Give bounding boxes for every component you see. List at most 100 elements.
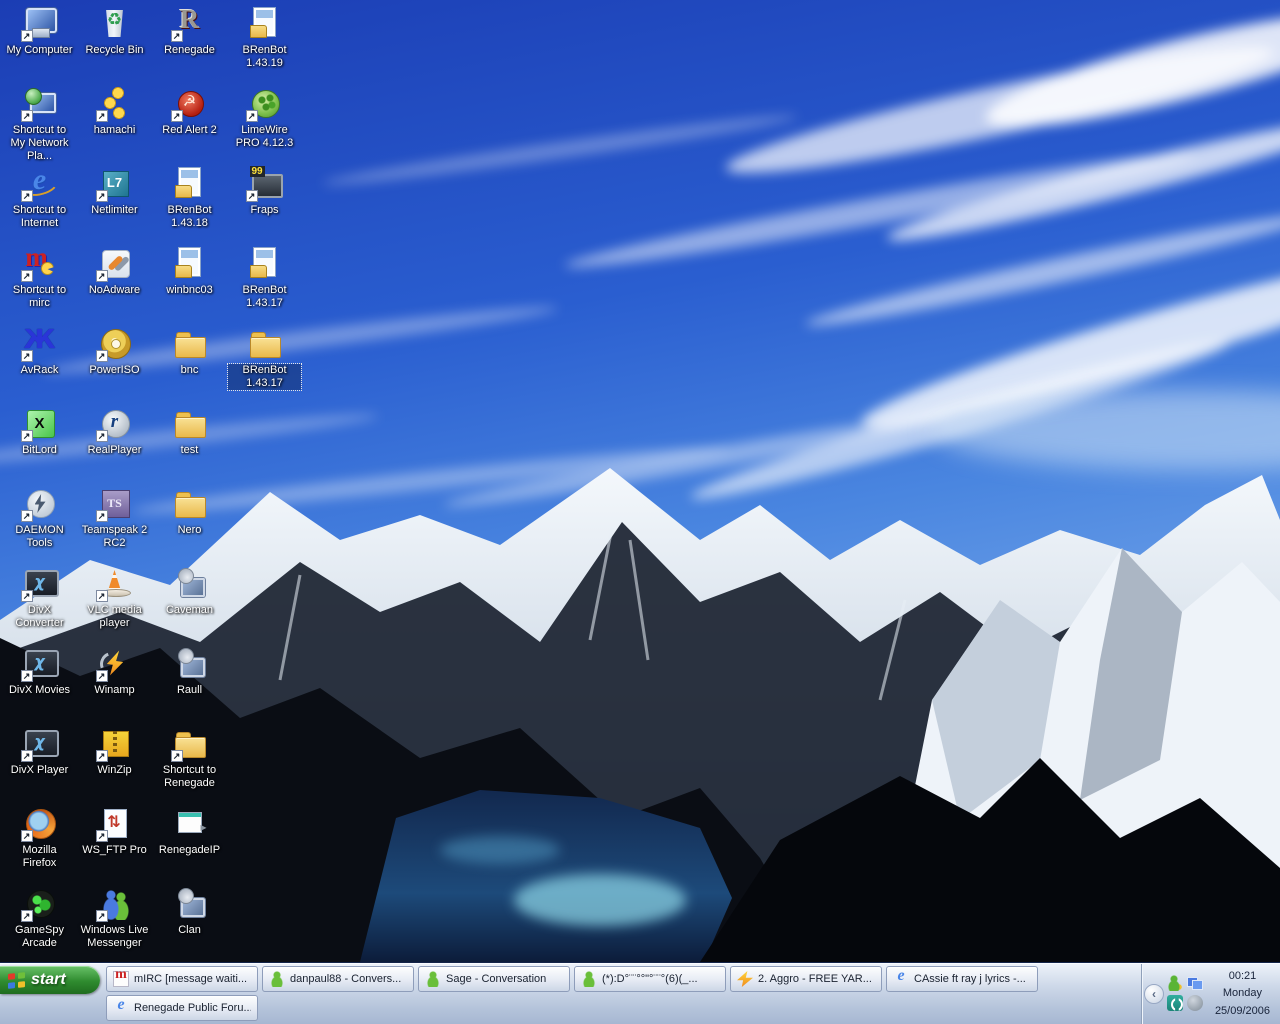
shortcut-arrow-icon [171, 750, 183, 762]
desktop-icon-shortcut-to-renegade[interactable]: Shortcut to Renegade [152, 724, 227, 804]
desktop-icon-ws-ftp-pro[interactable]: WS_FTP Pro [77, 804, 152, 884]
shortcut-arrow-icon [96, 350, 108, 362]
wallpaper: My ComputerShortcut to My Network Pla...… [0, 0, 1280, 962]
desktop-icon-caveman[interactable]: Caveman [152, 564, 227, 644]
tray-messenger-icon[interactable] [1167, 975, 1183, 991]
task-button-d-6[interactable]: (*):D°¨¨°°"°¨¨°(6)(_... [574, 966, 726, 992]
desktop-icon-my-computer[interactable]: My Computer [2, 4, 77, 84]
desktop-icon-nero[interactable]: Nero [152, 484, 227, 564]
wlm-icon [96, 884, 134, 922]
desktop-icon-divx-converter[interactable]: DivX Converter [2, 564, 77, 644]
daemon-icon [21, 484, 59, 522]
shortcut-arrow-icon [21, 670, 33, 682]
start-button[interactable]: start [0, 966, 100, 994]
shortcut-arrow-icon [246, 190, 258, 202]
file-glyph [173, 246, 207, 280]
desktop-icon-bitlord[interactable]: BitLord [2, 404, 77, 484]
desktop-icon-divx-player[interactable]: DivX Player [2, 724, 77, 804]
desktop-icon-label: hamachi [92, 124, 138, 137]
renegade-icon [171, 4, 209, 42]
task-button-label: 2. Aggro - FREE YAR... [758, 973, 872, 985]
shortcut-arrow-icon [21, 910, 33, 922]
clock-date: 25/09/2006 [1215, 1003, 1270, 1020]
desktop-icon-noadware[interactable]: NoAdware [77, 244, 152, 324]
desktop-icon-raull[interactable]: Raull [152, 644, 227, 724]
desktop-icon-gamespy-arcade[interactable]: GameSpy Arcade [2, 884, 77, 962]
desktop-icon-netlimiter[interactable]: Netlimiter [77, 164, 152, 244]
desktop-icon-daemon-tools[interactable]: DAEMON Tools [2, 484, 77, 564]
desktop-icon-label: RealPlayer [86, 444, 144, 457]
desktop-icon-shortcut-to-mirc[interactable]: Shortcut to mirc [2, 244, 77, 324]
desktop-icon-shortcut-to-internet[interactable]: Shortcut to Internet [2, 164, 77, 244]
desktop-icon-brenbot-1-43-17[interactable]: BRenBot 1.43.17 [227, 324, 302, 404]
desktop-icon-clan[interactable]: Clan [152, 884, 227, 962]
desktop-icon-mozilla-firefox[interactable]: Mozilla Firefox [2, 804, 77, 884]
clock-time: 00:21 [1215, 968, 1270, 985]
tray-collapse-chevron-icon[interactable]: ‹ [1144, 984, 1164, 1004]
desktop-icon-shortcut-to-my-network-pla[interactable]: Shortcut to My Network Pla... [2, 84, 77, 164]
ftp-icon [96, 804, 134, 842]
desktop-icon-hamachi[interactable]: hamachi [77, 84, 152, 164]
desktop-icon-label: Shortcut to Renegade [153, 764, 226, 790]
satcomp-glyph [173, 646, 207, 680]
desktop-icon-winbnc03[interactable]: winbnc03 [152, 244, 227, 324]
desktop-icon-avrack[interactable]: AvRack [2, 324, 77, 404]
shortcut-arrow-icon [21, 510, 33, 522]
tray-network-icon[interactable] [1187, 975, 1203, 991]
desktop-icon-label: NoAdware [87, 284, 142, 297]
winamp-icon [737, 971, 753, 987]
desktop-icon-limewire-pro-4-12-3[interactable]: LimeWire PRO 4.12.3 [227, 84, 302, 164]
desktop-icon-brenbot-1-43-18[interactable]: BRenBot 1.43.18 [152, 164, 227, 244]
task-button-label: (*):D°¨¨°°"°¨¨°(6)(_... [602, 973, 698, 985]
network-icon [21, 84, 59, 122]
tray-misc-icon[interactable] [1187, 995, 1203, 1011]
desktop-icon-teamspeak-2-rc2[interactable]: Teamspeak 2 RC2 [77, 484, 152, 564]
task-button-cassie-ft-ray-j-lyrics[interactable]: CAssie ft ray j lyrics -... [886, 966, 1038, 992]
desktop-icon-bnc[interactable]: bnc [152, 324, 227, 404]
desktop-icon-recycle-bin[interactable]: Recycle Bin [77, 4, 152, 84]
desktop-icon-winamp[interactable]: Winamp [77, 644, 152, 724]
shortcut-arrow-icon [96, 590, 108, 602]
renegadeip-glyph [173, 806, 207, 840]
desktop-icon-label: Clan [176, 924, 203, 937]
desktop-icon-brenbot-1-43-19[interactable]: BRenBot 1.43.19 [227, 4, 302, 84]
desktop-icon-winzip[interactable]: WinZip [77, 724, 152, 804]
tray-clock[interactable]: 00:21 Monday 25/09/2006 [1211, 968, 1274, 1019]
shortcut-arrow-icon [96, 910, 108, 922]
desktop-icon-renegadeip[interactable]: RenegadeIP [152, 804, 227, 884]
desktop-icon-vlc-media-player[interactable]: VLC media player [77, 564, 152, 644]
desktop-icon-brenbot-1-43-17[interactable]: BRenBot 1.43.17 [227, 244, 302, 324]
desktop-icon-test[interactable]: test [152, 404, 227, 484]
mirc-icon [21, 244, 59, 282]
computer-icon [21, 4, 59, 42]
folder-icon [171, 724, 209, 762]
desktop-icon-label: Winamp [92, 684, 136, 697]
desktop-icon-label: WS_FTP Pro [80, 844, 149, 857]
desktop-icon-fraps[interactable]: Fraps [227, 164, 302, 244]
desktop-icon-label: VLC media player [78, 604, 151, 630]
task-button-label: mIRC [message waiti... [134, 973, 247, 985]
recycle-icon [96, 4, 134, 42]
desktop-icon-divx-movies[interactable]: DivX Movies [2, 644, 77, 724]
recycle-glyph [98, 6, 132, 40]
task-button-mirc-message-waiti[interactable]: mIRC [message waiti... [106, 966, 258, 992]
desktop-icon-label: Teamspeak 2 RC2 [78, 524, 151, 550]
task-button-danpaul88-convers[interactable]: danpaul88 - Convers... [262, 966, 414, 992]
desktop-icon-windows-live-messenger[interactable]: Windows Live Messenger [77, 884, 152, 962]
taskbar: start mIRC [message waiti... danpaul88 - … [0, 962, 1280, 1024]
bitlord-icon [21, 404, 59, 442]
msn-icon [425, 971, 441, 987]
task-button-label: CAssie ft ray j lyrics -... [914, 973, 1026, 985]
desktop-icon-realplayer[interactable]: RealPlayer [77, 404, 152, 484]
desktop-icon-red-alert-2[interactable]: Red Alert 2 [152, 84, 227, 164]
shortcut-arrow-icon [21, 350, 33, 362]
task-button-2-aggro-free-yar[interactable]: 2. Aggro - FREE YAR... [730, 966, 882, 992]
desktop-icon-poweriso[interactable]: PowerISO [77, 324, 152, 404]
task-button-sage-conversation[interactable]: Sage - Conversation [418, 966, 570, 992]
desktop-icon-label: BRenBot 1.43.17 [228, 364, 301, 390]
ie-icon [21, 164, 59, 202]
desktop-icon-renegade[interactable]: Renegade [152, 4, 227, 84]
task-button-renegade-public-foru[interactable]: Renegade Public Foru... [106, 995, 258, 1021]
tray-hamachi-icon[interactable] [1167, 995, 1183, 1011]
desktop-icon-label: Renegade [162, 44, 217, 57]
